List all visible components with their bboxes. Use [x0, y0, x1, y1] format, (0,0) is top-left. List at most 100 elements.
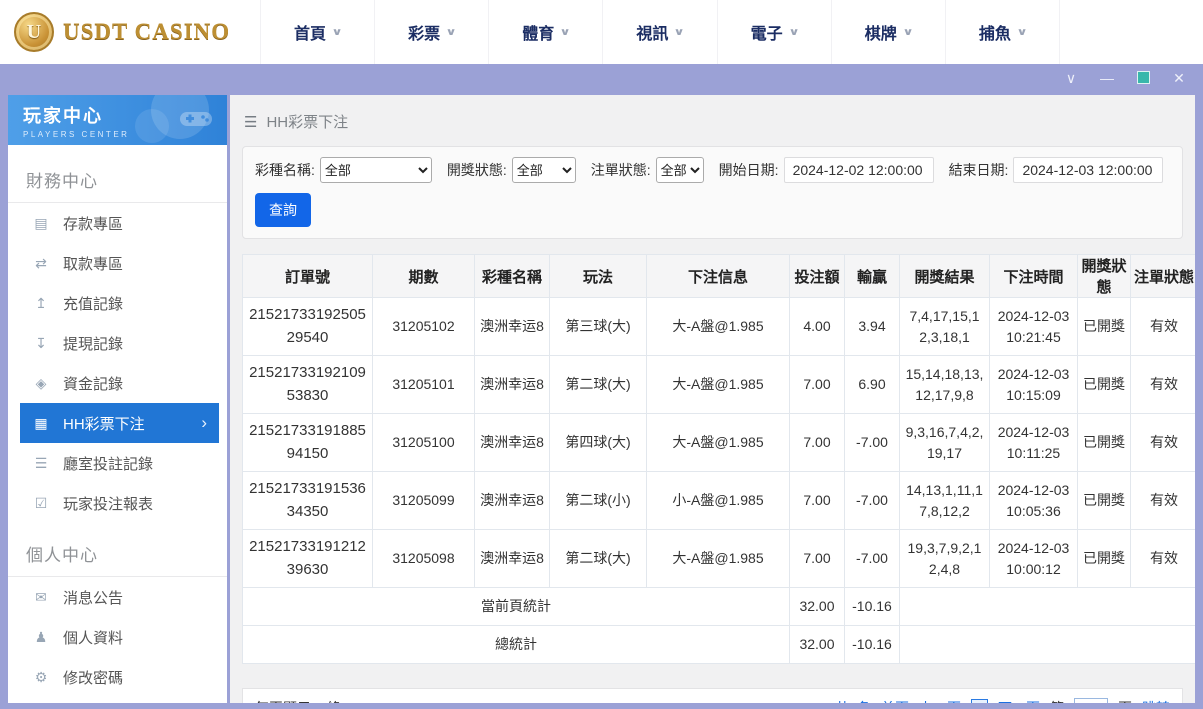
column-header-period: 期數: [372, 254, 475, 298]
window-minimize-button[interactable]: —: [1099, 71, 1115, 85]
start-date-input[interactable]: [783, 157, 934, 183]
cell-lottery-name: 澳洲幸运8: [474, 413, 550, 472]
cell-bet-time: 2024-12-03 10:21:45: [989, 297, 1078, 356]
chevron-right-icon: ›: [201, 413, 207, 432]
cell-win-loss: 3.94: [844, 297, 900, 356]
table-row: 2152173319188594150 31205100 澳洲幸运8 第四球(大) 大-…: [242, 413, 1195, 472]
nav-item-fishing[interactable]: 捕魚 ∨: [946, 0, 1060, 64]
main-nav: 首頁 ∨ 彩票 ∨ 體育 ∨ 視訊 ∨ 電子 ∨ 棋牌 ∨ 捕魚 ∨: [260, 0, 1060, 64]
sidebar-section-finance-center: 財務中心: [8, 159, 227, 203]
cell-draw-result: 14,13,1,11,17,8,12,2: [899, 471, 990, 530]
cell-order-no: 2152173319250529540: [242, 297, 373, 356]
cell-draw-result: 9,3,16,7,4,2,19,17: [899, 413, 990, 472]
bell-icon: ✉: [35, 588, 47, 605]
draw-status-select[interactable]: 全部: [511, 157, 576, 183]
jump-button[interactable]: 跳转: [1142, 698, 1170, 703]
filter-panel: 彩種名稱: 全部 開獎狀態: 全部 注單狀態: 全部 開始日期: 結束日期: 查…: [242, 146, 1183, 239]
window-maximize-button[interactable]: [1135, 70, 1151, 86]
cell-win-loss: -7.00: [844, 413, 900, 472]
chevron-down-icon: ∨: [787, 26, 800, 38]
casino-top-nav: U USDT CASINO 首頁 ∨ 彩票 ∨ 體育 ∨ 視訊 ∨ 電子 ∨ 棋牌 ∨ 捕魚 ∨: [0, 0, 1203, 64]
bets-table-head-row: 訂單號 期數 彩種名稱 玩法 下注信息 投注額 輸贏 開獎結果 下注時間 開獎狀態 注單狀態: [242, 254, 1195, 298]
cell-bet-time: 2024-12-03 10:11:25: [989, 413, 1078, 472]
cell-draw-status: 已開獎: [1077, 413, 1131, 472]
summary-row-current-page: 當前頁統計 32.00 -10.16: [242, 587, 1195, 626]
page-jump-input[interactable]: [1074, 698, 1108, 703]
cell-bet-time: 2024-12-03 10:05:36: [989, 471, 1078, 530]
column-header-draw-status: 開獎狀態: [1077, 254, 1131, 298]
start-date-label: 開始日期:: [718, 162, 779, 178]
end-date-input[interactable]: [1013, 157, 1164, 183]
cell-order-status: 有效: [1130, 355, 1195, 414]
nav-item-lottery[interactable]: 彩票 ∨: [375, 0, 490, 64]
summary-label: 總統計: [242, 625, 790, 664]
sidebar-item-label: 消息公告: [63, 589, 124, 607]
nav-item-board-games[interactable]: 棋牌 ∨: [832, 0, 946, 64]
nav-item-home[interactable]: 首頁 ∨: [260, 0, 376, 64]
report-icon: ☑: [34, 494, 48, 511]
summary-empty-cell: [899, 625, 1195, 664]
nav-item-label: 電子: [750, 26, 783, 43]
bets-table: 訂單號 期數 彩種名稱 玩法 下注信息 投注額 輸贏 開獎結果 下注時間 開獎狀態 注單狀態 215…: [242, 254, 1195, 664]
main-content: ☰ HH彩票下注 彩種名稱: 全部 開獎狀態: 全部 注單狀態: 全部 開始日期…: [230, 95, 1195, 703]
chevron-down-icon: ∨: [673, 26, 686, 38]
nav-item-sports[interactable]: 體育 ∨: [489, 0, 604, 64]
column-header-bet-time: 下注時間: [989, 254, 1078, 298]
cell-draw-result: 15,14,18,13,12,17,9,8: [899, 355, 990, 414]
window-close-button[interactable]: ✕: [1171, 71, 1187, 85]
sidebar-item-profile[interactable]: ♟ 個人資料: [8, 617, 227, 657]
cell-bet-info: 小-A盤@1.985: [646, 471, 790, 530]
cell-bet-time: 2024-12-03 10:15:09: [989, 355, 1078, 414]
summary-bet-amount: 32.00: [789, 587, 845, 626]
sidebar-item-recharge-records[interactable]: ↥ 充值記錄: [8, 283, 227, 323]
column-header-order-no: 訂單號: [242, 254, 373, 298]
cell-bet-info: 大-A盤@1.985: [646, 297, 790, 356]
sidebar-item-announcements[interactable]: ✉ 消息公告: [8, 577, 227, 617]
nav-item-label: 彩票: [408, 26, 441, 43]
sidebar-item-label: 提現記錄: [63, 335, 124, 353]
sidebar-item-room-bet-records[interactable]: ☰ 廳室投註記錄: [8, 443, 227, 483]
jump-prefix: 第: [1050, 698, 1064, 703]
first-page-link[interactable]: 首页: [881, 698, 909, 703]
sidebar-item-funds-records[interactable]: ◈ 資金記錄: [8, 363, 227, 403]
cell-bet-amount: 7.00: [789, 355, 845, 414]
sidebar-item-withdraw-zone[interactable]: ⇄ 取款專區: [8, 243, 227, 283]
sidebar-item-hh-lottery-bets[interactable]: ▦ HH彩票下注 ›: [20, 403, 219, 443]
pagination-bar: 每頁顯示20條 共5条 首页 上一页 1 下一页 第 页 跳转: [242, 688, 1183, 703]
cell-draw-status: 已開獎: [1077, 297, 1131, 356]
maximize-icon: [1136, 70, 1150, 84]
prev-page-link[interactable]: 上一页: [919, 698, 961, 703]
cell-lottery-name: 澳洲幸运8: [474, 529, 550, 588]
cell-bet-time: 2024-12-03 10:00:12: [989, 529, 1078, 588]
sidebar-item-label: 個人資料: [63, 629, 124, 647]
summary-win-loss: -10.16: [844, 587, 900, 626]
sidebar-item-change-password[interactable]: ⚙ 修改密碼: [8, 657, 227, 697]
sidebar-item-withdrawal-records[interactable]: ↧ 提現記錄: [8, 323, 227, 363]
table-row: 2152173319121239630 31205098 澳洲幸运8 第二球(大) 大-…: [242, 529, 1195, 588]
sidebar-item-deposit-zone[interactable]: ▤ 存款專區: [8, 203, 227, 243]
table-row: 2152173319153634350 31205099 澳洲幸运8 第二球(小) 小-…: [242, 471, 1195, 530]
cell-order-status: 有效: [1130, 471, 1195, 530]
next-page-link[interactable]: 下一页: [998, 698, 1040, 703]
cell-order-status: 有效: [1130, 413, 1195, 472]
cell-period: 31205099: [372, 471, 475, 530]
sidebar-item-player-bet-report[interactable]: ☑ 玩家投注報表: [8, 483, 227, 523]
nav-item-electronic[interactable]: 電子 ∨: [718, 0, 832, 64]
gear-icon: ⚙: [34, 668, 48, 685]
lottery-name-select[interactable]: 全部: [319, 157, 432, 183]
window-dropdown-icon[interactable]: ∨: [1063, 71, 1079, 85]
cell-lottery-name: 澳洲幸运8: [474, 297, 550, 356]
logo-text: USDT CASINO: [63, 19, 231, 44]
current-page-indicator[interactable]: 1: [971, 698, 988, 703]
nav-item-live-video[interactable]: 視訊 ∨: [603, 0, 718, 64]
casino-logo[interactable]: U USDT CASINO: [14, 0, 246, 64]
summary-label: 當前頁統計: [242, 587, 790, 626]
order-status-select[interactable]: 全部: [655, 157, 704, 183]
total-count: 共5条: [835, 698, 871, 703]
search-button[interactable]: 查詢: [255, 193, 311, 227]
sidebar-menu: 財務中心 ▤ 存款專區 ⇄ 取款專區 ↥ 充值記錄 ↧ 提現記錄 ◈ 資金記錄 ▦ HH彩票下注 › ☰ 廳室…: [8, 145, 227, 703]
sidebar-item-label: 充值記錄: [63, 295, 124, 313]
hamburger-icon[interactable]: ☰: [244, 113, 257, 131]
cell-draw-status: 已開獎: [1077, 355, 1131, 414]
lottery-ticket-icon: ▦: [34, 414, 48, 431]
